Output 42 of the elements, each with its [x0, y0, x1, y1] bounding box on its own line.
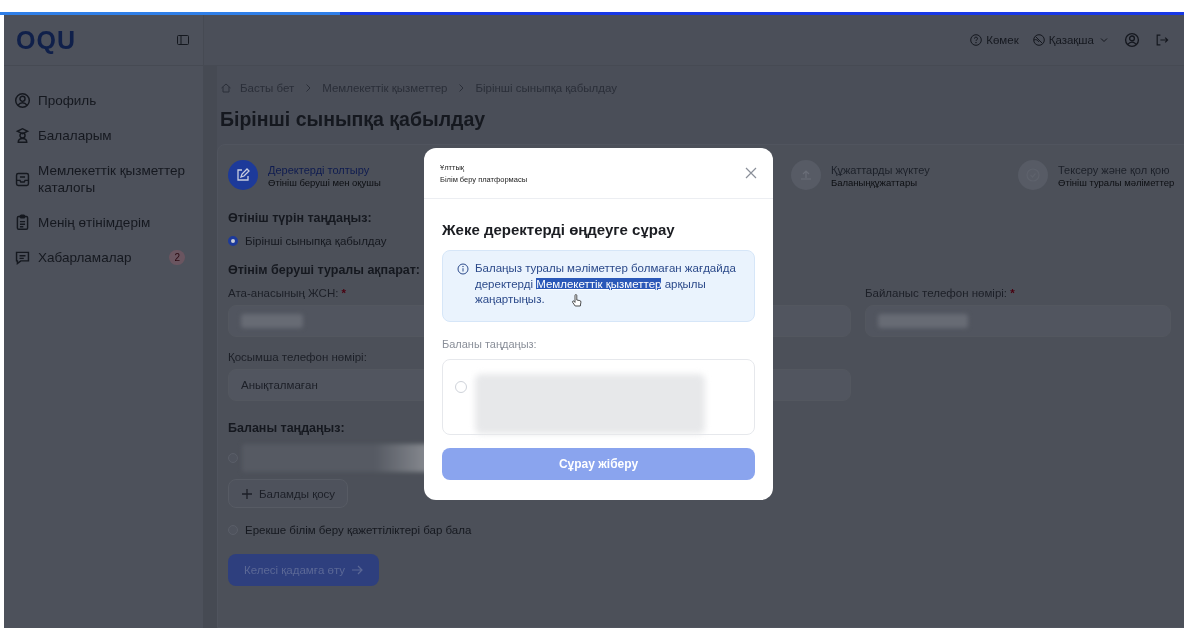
close-button[interactable] — [745, 167, 757, 179]
sidebar-item[interactable]: Хабарламалар 2 — [14, 241, 195, 274]
section-heading: Өтініш түрін таңдаңыз: — [228, 211, 372, 225]
page-title: Бірінші сыныпқа қабылдау — [220, 108, 487, 131]
sidebar-item[interactable]: Профиль — [14, 84, 195, 117]
pointer-cursor-icon — [571, 294, 583, 308]
phone-field[interactable] — [865, 305, 1171, 337]
user-icon — [14, 92, 31, 109]
inbox-icon — [14, 170, 31, 188]
arrow-right-icon — [351, 564, 364, 576]
services-link[interactable]: Мемлекеттік қызметтер — [536, 277, 662, 290]
info-text: Балаңыз туралы мәліметтер болмаған жағдайда деректерді Мемлекеттік қызметтер арқылы жаңартыңыз. — [475, 261, 740, 311]
user-icon[interactable] — [1124, 32, 1140, 48]
info-icon — [457, 263, 469, 275]
student-icon — [14, 127, 31, 144]
plus-icon — [241, 487, 253, 500]
message-icon — [14, 249, 31, 266]
dialog-title: Жеке деректерді өңдеуге сұрау — [442, 221, 676, 238]
help-button[interactable]: Көмек — [970, 34, 1019, 46]
checkbox-label: Ерекше білім беру қажеттіліктері бар бала — [245, 524, 472, 536]
child-option[interactable] — [442, 359, 755, 435]
home-icon[interactable] — [220, 82, 232, 94]
notification-badge: 2 — [169, 250, 185, 265]
sidebar-item[interactable]: Менің өтінімдерім — [14, 206, 195, 239]
step-subtitle: Баланыңқұжаттары — [831, 176, 918, 188]
step-title: Деректерді толтыру — [268, 162, 371, 177]
radio-label: Бірінші сыныпқа қабылдау — [245, 235, 387, 247]
sidebar-toggle-icon[interactable] — [177, 35, 189, 45]
step-subtitle: Өтініш туралы мәліметтер — [1058, 176, 1175, 188]
logo[interactable]: OQU — [16, 25, 76, 55]
language-dropdown[interactable]: Қазақша — [1032, 34, 1110, 46]
radio-button[interactable] — [228, 236, 238, 246]
sidebar-item[interactable]: Балаларым — [14, 119, 195, 152]
step-subtitle: Өтініш беруші мен оқушы — [268, 176, 381, 188]
help-icon — [970, 34, 983, 46]
sidebar-item[interactable]: Мемлекеттік қызметтер каталогы — [14, 154, 195, 204]
logout-icon[interactable] — [1154, 32, 1170, 48]
clipboard-icon — [14, 214, 31, 231]
send-request-button[interactable]: Сұрау жіберу — [442, 448, 755, 480]
field-label: Баланы таңдаңыз: — [442, 338, 538, 350]
section-heading: Өтінім беруші туралы ақпарат: — [228, 263, 420, 277]
section-heading: Баланы таңдаңыз: — [228, 421, 345, 435]
